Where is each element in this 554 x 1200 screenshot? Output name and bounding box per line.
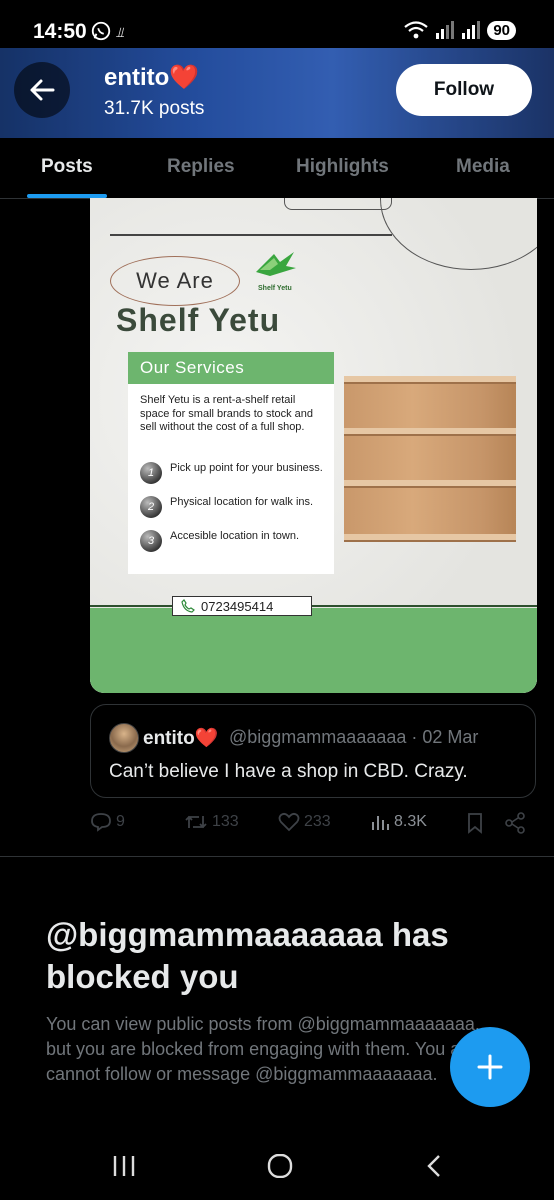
profile-tabs: Posts Replies Highlights Media: [0, 138, 554, 199]
phone-icon: [181, 599, 195, 613]
bookmark-icon: [468, 813, 482, 834]
reply-button[interactable]: 9: [90, 812, 125, 832]
share-button[interactable]: [504, 812, 526, 834]
section-divider: [0, 856, 554, 857]
follow-button[interactable]: Follow: [396, 64, 532, 116]
avatar[interactable]: [109, 723, 139, 753]
service-item: 2 Physical location for walk ins.: [140, 496, 326, 528]
views-count: 8.3K: [394, 813, 427, 830]
profile-name-text: entito: [104, 64, 170, 91]
reply-count: 9: [116, 813, 125, 830]
phone-box: 0723495414: [172, 596, 312, 616]
tab-posts[interactable]: Posts: [41, 156, 93, 178]
like-button[interactable]: 233: [278, 812, 331, 832]
recents-icon[interactable]: [112, 1154, 136, 1178]
profile-header: entito❤️ 31.7K posts Follow: [0, 48, 554, 138]
shelf-plank: [344, 480, 516, 488]
service-text: Accesible location in town.: [170, 530, 300, 542]
service-number: 1: [140, 462, 162, 484]
heart-emoji: ❤️: [169, 64, 200, 91]
repost-icon: [185, 815, 207, 829]
tab-media[interactable]: Media: [456, 156, 510, 178]
home-icon[interactable]: [266, 1154, 294, 1178]
signal-icon-2: [462, 21, 481, 39]
we-are-label: We Are: [110, 256, 240, 306]
views-button[interactable]: 8.3K: [370, 812, 427, 832]
back-icon[interactable]: [424, 1154, 444, 1178]
service-text: Pick up point for your business.: [170, 462, 323, 474]
system-nav-bar: [0, 1130, 554, 1200]
battery-icon: 90: [487, 20, 516, 40]
services-box: Our Services Shelf Yetu is a rent-a-shel…: [128, 352, 334, 574]
brand-title: Shelf Yetu: [116, 302, 281, 338]
logo-text: Shelf Yetu: [258, 285, 292, 292]
shelf-plank: [344, 376, 516, 384]
shelf-yetu-logo: Shelf Yetu: [250, 248, 302, 294]
quoted-post[interactable]: entito❤️ @biggmammaaaaaaa · 02 Mar Can’t…: [90, 704, 536, 798]
quoted-author-name: entito❤️: [143, 726, 218, 750]
arrow-left-icon: [30, 79, 55, 101]
green-line: [90, 605, 537, 607]
blocked-description: You can view public posts from @biggmamm…: [46, 1014, 484, 1084]
bookmark-button[interactable]: [466, 812, 484, 834]
service-item: 3 Accesible location in town.: [140, 530, 326, 562]
repost-button[interactable]: 133: [184, 812, 239, 832]
services-description: Shelf Yetu is a rent-a-shelf retail spac…: [140, 394, 314, 433]
plus-icon: [477, 1054, 503, 1080]
service-number: 2: [140, 496, 162, 518]
divider-line: [110, 234, 392, 236]
tab-replies[interactable]: Replies: [167, 156, 235, 178]
shelf-plank: [344, 534, 516, 542]
compose-button[interactable]: [450, 1027, 530, 1107]
green-band: [90, 608, 537, 693]
wifi-icon: [404, 21, 429, 39]
decor-pill: [284, 198, 392, 210]
like-count: 233: [304, 813, 331, 830]
service-text: Physical location for walk ins.: [170, 496, 314, 508]
phone-number: 0723495414: [201, 598, 274, 614]
quoted-handle-date: @biggmammaaaaaaa · 02 Mar: [229, 727, 479, 747]
views-icon: [372, 816, 389, 830]
signal-icon: [436, 21, 455, 39]
post-image[interactable]: We Are Shelf Yetu Shelf Yetu Our Service…: [90, 198, 537, 693]
post-count: 31.7K posts: [104, 98, 205, 119]
share-icon: [505, 812, 525, 834]
tab-highlights[interactable]: Highlights: [296, 156, 389, 178]
quoted-text: Can’t believe I have a shop in CBD. Craz…: [109, 761, 468, 782]
service-number: 3: [140, 530, 162, 552]
services-heading: Our Services: [128, 352, 334, 384]
heart-emoji: ❤️: [194, 728, 219, 749]
blocked-title: @biggmammaaaaaaa has blocked you: [46, 916, 449, 995]
profile-name: entito❤️: [104, 63, 199, 92]
heart-icon: [278, 812, 300, 832]
reply-icon: [91, 813, 111, 832]
post-actions: 9 133 233 8.3K: [90, 812, 536, 842]
status-right: 90: [403, 20, 516, 40]
shelf-plank: [344, 428, 516, 436]
status-time: 14:50: [33, 20, 87, 43]
service-item: 1 Pick up point for your business.: [140, 462, 326, 494]
vibrate-icon: ⫫: [116, 24, 124, 40]
repost-count: 133: [212, 813, 239, 830]
whatsapp-icon: [91, 21, 111, 41]
shelf-photo: [344, 376, 516, 542]
back-button[interactable]: [14, 62, 70, 118]
quoted-author-name-text: entito: [143, 728, 195, 749]
